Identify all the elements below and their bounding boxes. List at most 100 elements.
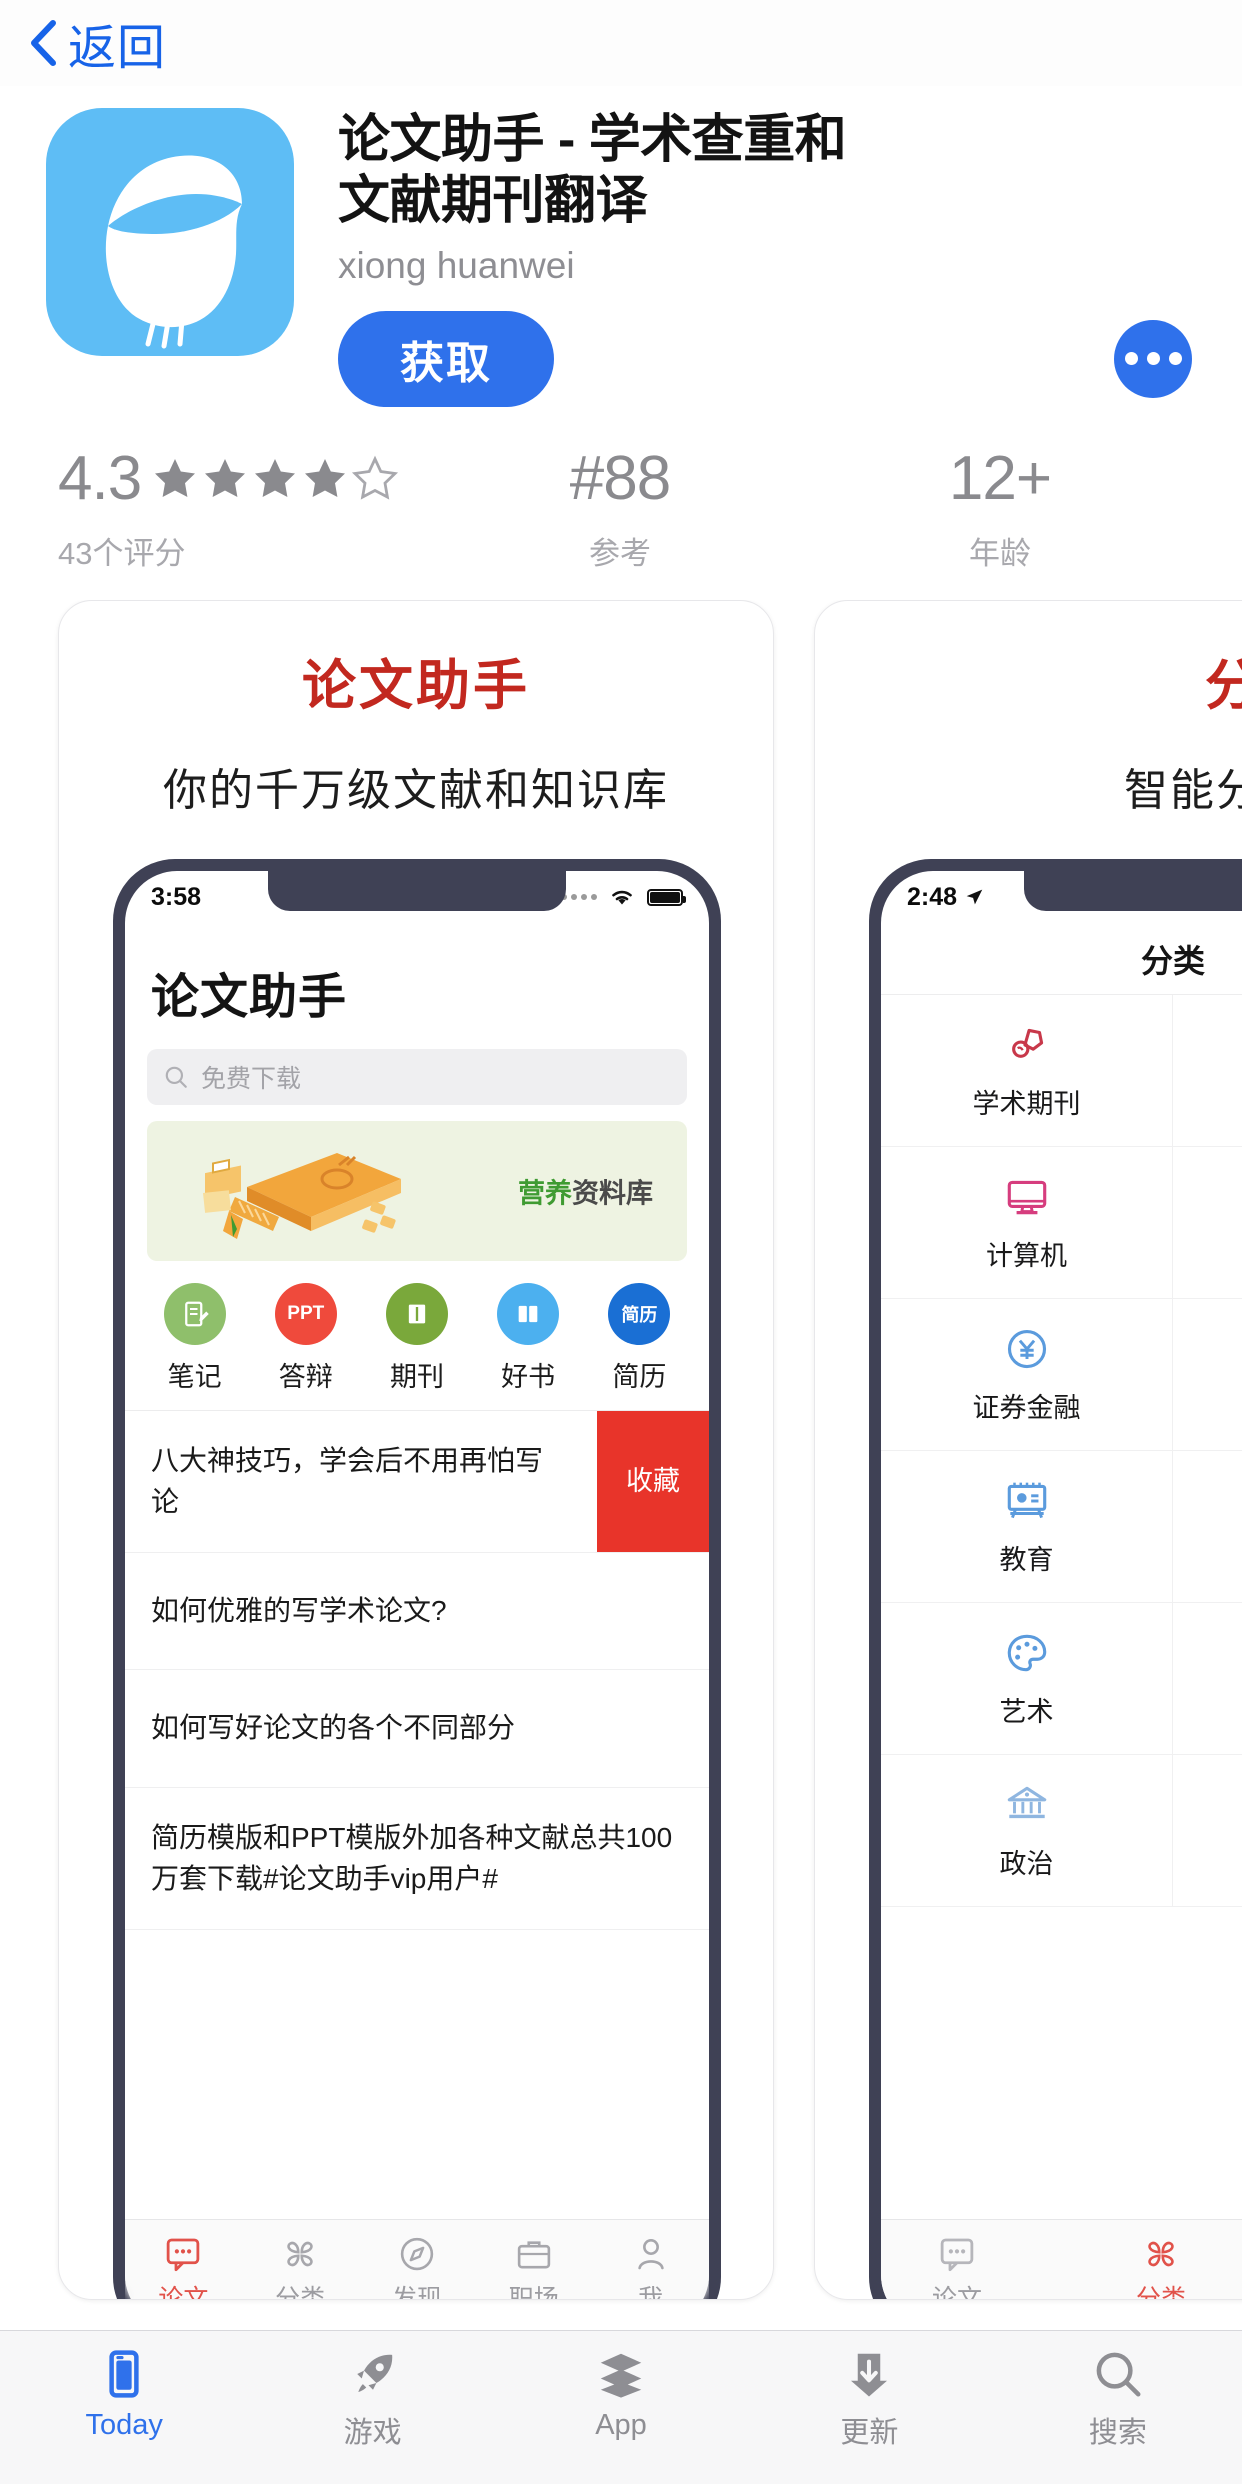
tab-categories[interactable]: 分类 [246,2233,354,2300]
tab-career[interactable]: 职场 [480,2233,588,2300]
grid-cell-label: 政治 [999,1849,1054,1879]
stat-age[interactable]: 12+ 年龄 [820,448,1180,578]
favorite-button[interactable]: 收藏 [597,1411,709,1553]
star-filled-icon [305,459,346,497]
tab-today[interactable]: Today [0,2347,248,2442]
grid-cell-literature[interactable]: 文学 [1173,1603,1242,1755]
grid-cell-politics[interactable]: 政治 [881,1755,1173,1907]
category-shortcut-book[interactable]: 好书 [478,1283,578,1394]
stat-rank[interactable]: #88 参考 [420,448,820,578]
palette-icon [1007,1634,1046,1672]
tab-label: 分类 [1135,2284,1186,2300]
category-grid: 学术期刊 医药 计算机 工商管理 [881,995,1242,1907]
phone-screen: 2:48 分类 学术期刊 医药 [881,871,1242,2300]
navigation-bar: 返回 [0,0,1242,86]
tab-updates[interactable]: 更新 [745,2347,993,2451]
screenshot-card[interactable]: 论文助手 你的千万级文献和知识库 3:58 论文助手 免费下载 营养资料库 笔记… [58,600,774,2300]
banner-text-highlight: 营养 [518,1178,572,1209]
grid-cell-law[interactable]: 法律 [1173,1451,1242,1603]
back-button[interactable]: 返回 [28,8,166,78]
tab-profile[interactable]: 我 [597,2233,705,2299]
category-label: 好书 [501,1362,556,1392]
note-icon [163,1283,226,1345]
tab-categories[interactable]: 分类 [1107,2233,1215,2300]
list-item-text: 八大神技巧，学会后不用再怕写论 [151,1445,544,1517]
category-shortcut-resume[interactable]: 简历 简历 [589,1283,689,1394]
rank-label: 参考 [589,536,651,571]
ellipsis-icon[interactable] [1114,319,1192,398]
list-item-text: 如何写好论文的各个不同部分 [151,1712,516,1744]
store-tab-bar: Today 游戏 App 更新 搜索 [0,2330,1242,2484]
grid-cell-business[interactable]: 工商管理 [1173,1147,1242,1299]
banner-text: 营养资料库 [518,1172,653,1211]
phone-mockup: 2:48 分类 学术期刊 医药 [869,859,1242,2300]
category-label: 期刊 [389,1362,444,1392]
compass-icon [400,2237,434,2270]
star-filled-icon [205,459,246,497]
tab-label: 发现 [391,2284,442,2300]
molecule-icon [1011,1028,1043,1058]
category-shortcut-journal[interactable]: 期刊 [367,1283,467,1394]
grid-cell-education[interactable]: 教育 [881,1451,1173,1603]
journal-icon [385,1283,448,1345]
category-shortcut-ppt[interactable]: PPT 答辩 [256,1283,356,1394]
search-icon [165,1066,187,1088]
tab-papers[interactable]: 论文 [903,2233,1011,2300]
app-meta: 论文助手 - 学术查重和 文献期刊翻译 xiong huanwei 获取 [338,108,1242,407]
category-shortcut-note[interactable]: 笔记 [145,1283,245,1394]
grid-cell-management[interactable]: 管理学 [1173,1299,1242,1451]
phone-mockup: 3:58 论文助手 免费下载 营养资料库 笔记 PPT 答辩 期刊 好书 简历 … [113,859,721,2300]
whiteboard-icon [1007,1482,1046,1519]
stat-rating[interactable]: 4.3 43个评分 [0,448,420,578]
grid-cell-computer[interactable]: 计算机 [881,1147,1173,1299]
status-time-value: 2:48 [907,882,958,911]
briefcase-icon [517,2240,550,2268]
get-button[interactable]: 获取 [338,310,554,407]
download-icon [851,2353,888,2397]
tab-games[interactable]: 游戏 [248,2347,496,2451]
screenshot-title: 论文助手 [302,656,530,716]
status-icons [561,886,686,908]
bird-app-icon [46,108,294,356]
stack-icon [600,2353,642,2398]
yen-circle-icon [1007,1329,1046,1369]
grid-flower-icon [287,2241,313,2266]
status-time: 3:58 [151,882,202,911]
list-item[interactable]: 如何写好论文的各个不同部分 [125,1670,709,1789]
tab-label: 分类 [275,2284,326,2300]
grid-cell-medicine[interactable]: 医药 [1173,995,1242,1147]
book-illustration-icon [203,1153,401,1239]
screenshots-carousel[interactable]: 论文助手 你的千万级文献和知识库 3:58 论文助手 免费下载 营养资料库 笔记… [0,600,1242,2330]
location-arrow-icon [966,889,983,905]
tab-discover[interactable]: 发现 [363,2233,471,2300]
grid-cell-art[interactable]: 艺术 [881,1603,1173,1755]
phone-notch [1024,871,1242,911]
grid-cell-finance[interactable]: 证券金融 [881,1299,1173,1451]
tab-apps[interactable]: App [497,2347,745,2442]
search-input[interactable]: 免费下载 [147,1049,687,1105]
grid-cell-language[interactable]: 语言类 [1173,1755,1242,1907]
list-item[interactable]: 如何优雅的写学术论文? [125,1552,709,1671]
person-icon [637,2238,664,2269]
tab-label: App [595,2409,647,2441]
screenshot-card[interactable]: 分类 智能分类和学 2:48 分类 学术期刊 [814,600,1242,2300]
monitor-icon [1007,1180,1046,1215]
tab-label: 职场 [508,2284,559,2300]
star-filled-icon [155,459,196,497]
tab-search[interactable]: 搜索 [994,2347,1242,2451]
rank-value: #88 [569,444,671,513]
tab-label: 搜索 [1088,2417,1147,2449]
list-item[interactable]: 简历模版和PPT模版外加各种文献总共100万套下载#论文助手vip用户# [125,1788,709,1931]
list-item[interactable]: 八大神技巧，学会后不用再怕写论 收藏 [125,1411,709,1553]
grid-flower-icon [1148,2241,1174,2266]
rocket-icon [356,2354,392,2392]
screenshot-title: 分类 [815,641,1242,720]
app-header: 论文助手 - 学术查重和 文献期刊翻译 xiong huanwei 获取 [0,108,1242,407]
tab-label: 论文 [931,2284,982,2300]
list-item-text: 简历模版和PPT模版外加各种文献总共100万套下载#论文助手vip用户# [151,1822,673,1894]
promo-banner[interactable]: 营养资料库 [147,1121,687,1261]
developer-name[interactable]: xiong huanwei [338,245,1242,287]
star-filled-icon [255,459,296,497]
grid-cell-journals[interactable]: 学术期刊 [881,995,1173,1147]
tab-papers[interactable]: 论文 [129,2233,237,2299]
